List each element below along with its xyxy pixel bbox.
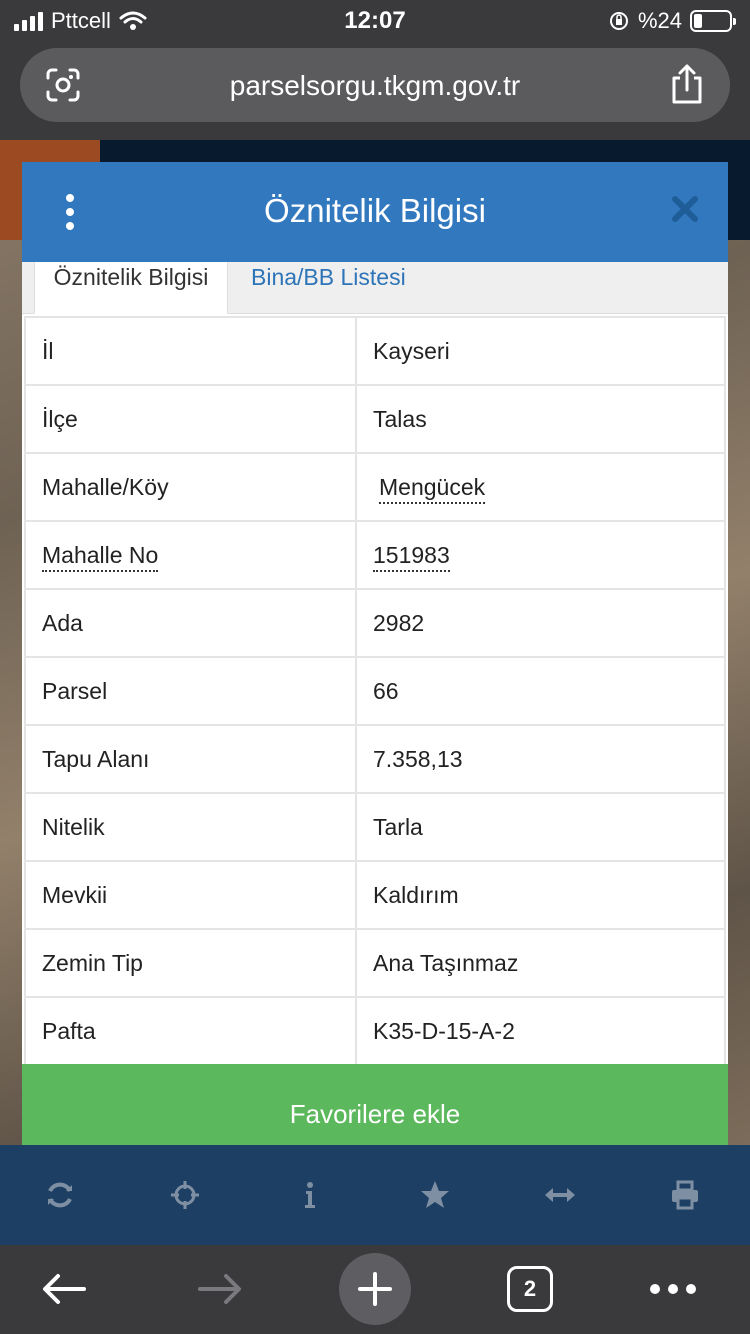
url-text[interactable]: parselsorgu.tkgm.gov.tr [20,70,730,102]
share-icon[interactable] [668,62,706,106]
table-row: İlçe Talas [24,384,726,454]
table-row: Mahalle No 151983 [24,520,726,590]
map-toolbar [0,1145,750,1245]
table-row: Pafta K35-D-15-A-2 [24,996,726,1066]
attribute-key-cell: Mahalle No [24,520,357,590]
dialog-title: Öznitelik Bilgisi [264,192,486,229]
attribute-value: 2982 [355,588,726,658]
table-row: Tapu Alanı 7.358,13 [24,724,726,794]
table-row: Mahalle/Köy Mengücek [24,452,726,522]
attribute-key: Zemin Tip [24,928,357,998]
attribute-value: 7.358,13 [355,724,726,794]
table-row: Zemin Tip Ana Taşınmaz [24,928,726,998]
attribute-value: Kayseri [355,316,726,386]
attribute-key: Pafta [24,996,357,1066]
plus-icon [358,1272,392,1306]
attribute-value: K35-D-15-A-2 [355,996,726,1066]
print-icon[interactable] [665,1175,705,1215]
attribute-key: Nitelik [24,792,357,862]
attribute-value-tooltip[interactable]: Mengücek [379,473,486,504]
star-icon[interactable] [415,1175,455,1215]
orientation-lock-icon [609,12,628,30]
attribute-dialog: Öznitelik Bilgisi Öznitelik Bilgisi Bina… [22,162,728,1164]
more-icon[interactable] [645,1259,701,1319]
attribute-key: Tapu Alanı [24,724,357,794]
attribute-key: Ada [24,588,357,658]
dialog-tabs: Öznitelik Bilgisi Bina/BB Listesi [22,262,728,314]
attribute-key: İlçe [24,384,357,454]
dialog-header: Öznitelik Bilgisi [22,162,728,262]
attribute-value-tooltip[interactable]: 151983 [373,541,450,572]
battery-level [694,14,703,28]
attribute-key: Mahalle/Köy [24,452,357,522]
address-bar[interactable]: parselsorgu.tkgm.gov.tr [20,48,730,122]
table-row: Parsel 66 [24,656,726,726]
status-right: %24 [608,8,736,34]
attribute-key-tooltip[interactable]: Mahalle No [42,541,159,572]
close-icon[interactable] [668,192,702,226]
attribute-value: Ana Taşınmaz [355,928,726,998]
attribute-key: Mevkii [24,860,357,930]
tab-switcher-button[interactable]: 2 [507,1266,553,1312]
back-arrow-icon[interactable] [36,1259,92,1319]
attribute-value: Kaldırım [355,860,726,930]
new-tab-button[interactable] [339,1253,411,1325]
browser-bottom-bar: 2 [0,1245,750,1334]
locate-icon[interactable] [165,1175,205,1215]
attribute-value: 66 [355,656,726,726]
info-icon[interactable] [290,1175,330,1215]
battery-percent: %24 [637,8,682,33]
refresh-icon[interactable] [40,1175,80,1215]
table-row: Nitelik Tarla [24,792,726,862]
attribute-value: Tarla [355,792,726,862]
attribute-value-cell: Mengücek [355,452,726,522]
table-row: Ada 2982 [24,588,726,658]
battery-icon [690,10,736,32]
table-row: İl Kayseri [24,316,726,386]
browser-address-area: parselsorgu.tkgm.gov.tr [0,40,750,140]
attribute-key: Parsel [24,656,357,726]
attribute-key: İl [24,316,357,386]
tab-building-list[interactable]: Bina/BB Listesi [237,262,420,314]
attribute-value: Talas [355,384,726,454]
forward-arrow-icon[interactable] [192,1259,248,1319]
measure-icon[interactable] [540,1175,580,1215]
attribute-value-cell: 151983 [355,520,726,590]
tab-attribute-info[interactable]: Öznitelik Bilgisi [34,262,228,314]
status-bar: Pttcell 12:07 %24 [0,0,750,40]
table-row: Mevkii Kaldırım [24,860,726,930]
attribute-table: İl Kayseri İlçe Talas Mahalle/Köy Mengücek … [24,316,726,1066]
